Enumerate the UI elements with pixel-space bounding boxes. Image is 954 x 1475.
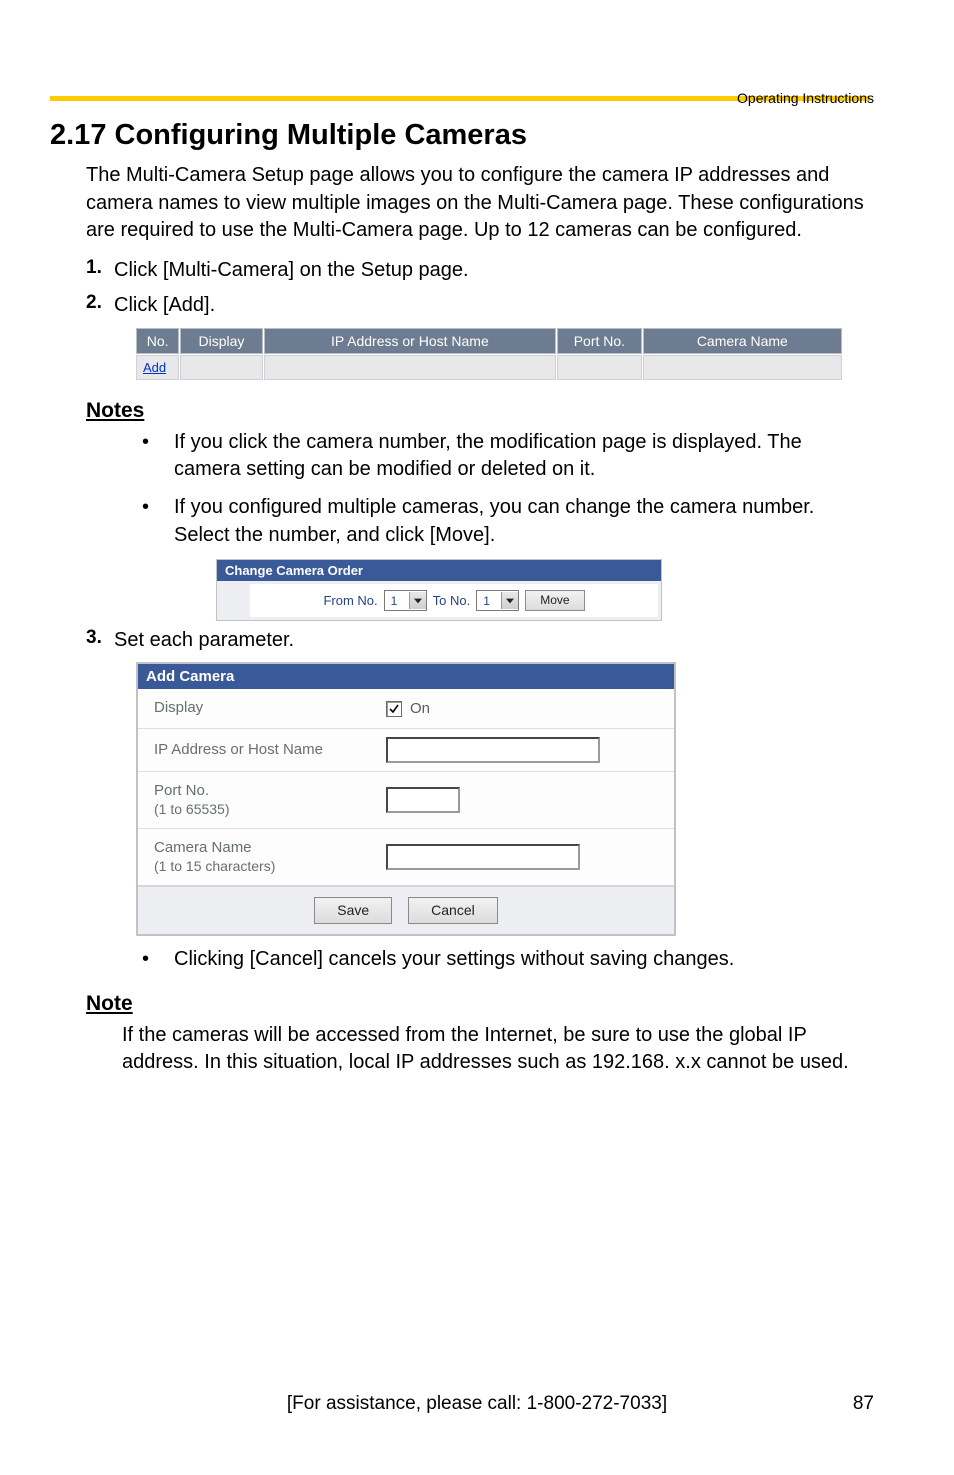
header-running-title: Operating Instructions [737, 90, 874, 106]
section-heading: 2.17 Configuring Multiple Cameras [50, 119, 874, 152]
th-no: No. [136, 328, 179, 354]
step-number: 1. [86, 257, 114, 279]
name-label: Camera Name (1 to 15 characters) [138, 829, 376, 885]
ip-label: IP Address or Host Name [138, 731, 376, 770]
display-checkbox[interactable] [386, 701, 402, 717]
panel-title: Add Camera [138, 664, 674, 689]
intro-paragraph: The Multi-Camera Setup page allows you t… [86, 162, 874, 245]
from-no-select[interactable]: 1 [384, 590, 427, 611]
to-no-select[interactable]: 1 [476, 590, 519, 611]
steps-list-continued: 3. Set each parameter. [86, 627, 874, 654]
table-row: Add [136, 355, 842, 380]
save-button[interactable]: Save [314, 897, 392, 924]
step-number: 2. [86, 292, 114, 314]
step-item: 1. Click [Multi-Camera] on the Setup pag… [86, 257, 874, 284]
page: Operating Instructions 2.17 Configuring … [0, 0, 954, 1475]
note-body: If the cameras will be accessed from the… [122, 1022, 874, 1077]
port-input[interactable] [386, 787, 460, 813]
move-button[interactable]: Move [525, 590, 584, 610]
cancel-note-list: Clicking [Cancel] cancels your settings … [142, 946, 872, 974]
th-ip: IP Address or Host Name [264, 328, 557, 354]
add-link[interactable]: Add [136, 355, 179, 380]
page-number: 87 [853, 1393, 874, 1415]
camera-name-input[interactable] [386, 844, 580, 870]
row-port: Port No. (1 to 65535) [138, 772, 674, 829]
camera-list-table: No. Display IP Address or Host Name Port… [135, 327, 843, 381]
ip-input[interactable] [386, 737, 600, 763]
step-text: Click [Multi-Camera] on the Setup page. [114, 257, 469, 284]
from-no-value: 1 [391, 594, 407, 608]
change-order-panel: Change Camera Order From No. 1 To No. 1 [216, 559, 662, 621]
to-no-value: 1 [483, 594, 499, 608]
panel-title: Change Camera Order [217, 560, 661, 581]
step-text: Set each parameter. [114, 627, 294, 654]
row-ip: IP Address or Host Name [138, 729, 674, 772]
table-cell [180, 355, 262, 380]
step-number: 3. [86, 627, 114, 649]
name-sublabel: (1 to 15 characters) [154, 858, 360, 876]
chevron-down-icon [409, 592, 426, 609]
steps-list: 1. Click [Multi-Camera] on the Setup pag… [86, 257, 874, 319]
note-heading: Note [86, 992, 874, 1016]
list-item: Clicking [Cancel] cancels your settings … [142, 946, 872, 974]
notes-list: If you click the camera number, the modi… [142, 429, 872, 549]
cancel-button[interactable]: Cancel [408, 897, 498, 924]
row-display: Display On [138, 689, 674, 729]
from-no-label: From No. [323, 593, 377, 608]
step-item: 2. Click [Add]. [86, 292, 874, 319]
port-label: Port No. (1 to 65535) [138, 772, 376, 828]
th-display: Display [180, 328, 262, 354]
add-camera-panel: Add Camera Display On IP Address or Host… [136, 662, 676, 936]
list-item: If you click the camera number, the modi… [142, 429, 872, 484]
chevron-down-icon [501, 592, 518, 609]
display-label: Display [138, 689, 376, 728]
list-item: If you configured multiple cameras, you … [142, 494, 872, 549]
panel-gutter [220, 584, 250, 617]
table-cell [264, 355, 557, 380]
th-name: Camera Name [643, 328, 842, 354]
table-cell [557, 355, 642, 380]
table-header-row: No. Display IP Address or Host Name Port… [136, 328, 842, 354]
table-cell [643, 355, 842, 380]
display-on-label: On [410, 700, 430, 717]
port-sublabel: (1 to 65535) [154, 801, 360, 819]
th-port: Port No. [557, 328, 642, 354]
step-item: 3. Set each parameter. [86, 627, 874, 654]
notes-heading: Notes [86, 399, 874, 423]
step-text: Click [Add]. [114, 292, 215, 319]
row-name: Camera Name (1 to 15 characters) [138, 829, 674, 885]
to-no-label: To No. [433, 593, 471, 608]
footer-assist: [For assistance, please call: 1-800-272-… [0, 1393, 954, 1415]
